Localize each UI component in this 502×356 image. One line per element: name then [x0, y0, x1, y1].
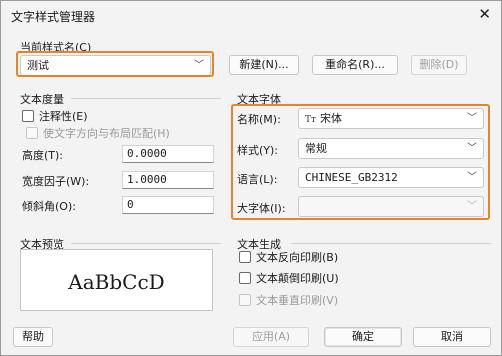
close-icon[interactable]: ✕ — [478, 5, 491, 23]
truetype-font-icon: Tт — [305, 115, 316, 125]
chevron-down-icon: ﹀ — [467, 201, 477, 212]
current-style-highlight — [16, 51, 214, 77]
text-measure-divider — [71, 98, 221, 99]
title-bar: 文字样式管理器 ✕ — [1, 1, 501, 31]
font-name-select[interactable]: Tт 宋体 ﹀ — [298, 108, 484, 129]
cancel-button[interactable]: 取消 — [413, 327, 491, 347]
ok-button[interactable]: 确定 — [324, 327, 402, 347]
match-layout-label: 使文字方向与布局匹配(H) — [43, 127, 170, 140]
new-style-button[interactable]: 新建(N)... — [229, 55, 299, 75]
font-style-label: 样式(Y): — [237, 144, 279, 157]
width-factor-label: 宽度因子(W): — [22, 175, 90, 188]
vertical-label: 文本垂直印刷(V) — [256, 294, 339, 307]
font-style-select[interactable]: 常规 ﹀ — [298, 138, 484, 159]
preview-sample-text: AaBbCcD — [68, 270, 165, 294]
text-generation-divider — [291, 243, 491, 244]
oblique-input[interactable]: 0 — [122, 196, 214, 214]
oblique-label: 倾斜角(O): — [22, 200, 76, 213]
upside-down-label: 文本颠倒印刷(U) — [256, 272, 339, 285]
text-style-manager-dialog: 文字样式管理器 ✕ 当前样式名(C) 测试 ﹀ 新建(N)... 重命名(R).… — [0, 0, 502, 356]
upside-down-checkbox[interactable] — [239, 272, 251, 284]
annotative-checkbox[interactable] — [22, 110, 34, 122]
big-font-select[interactable]: ﹀ — [298, 196, 484, 217]
chevron-down-icon: ﹀ — [467, 172, 477, 183]
font-style-value: 常规 — [305, 142, 327, 155]
apply-button[interactable]: 应用(A) — [233, 327, 309, 347]
width-factor-input[interactable]: 1.0000 — [122, 171, 214, 189]
delete-style-button[interactable]: 删除(D) — [411, 55, 467, 75]
chevron-down-icon: ﹀ — [467, 143, 477, 154]
height-input[interactable]: 0.0000 — [122, 145, 214, 163]
language-select[interactable]: CHINESE_GB2312 ﹀ — [298, 167, 484, 188]
text-preview-divider — [71, 243, 221, 244]
font-name-value: 宋体 — [319, 112, 342, 125]
text-measure-label: 文本度量 — [20, 93, 64, 106]
text-preview-box: AaBbCcD — [20, 249, 213, 311]
font-name-label: 名称(M): — [237, 113, 281, 126]
vertical-checkbox[interactable] — [239, 294, 251, 306]
big-font-label: 大字体(I): — [237, 202, 286, 215]
language-label: 语言(L): — [237, 173, 278, 186]
annotative-label: 注释性(E) — [39, 110, 88, 123]
backwards-checkbox[interactable] — [239, 251, 251, 263]
height-label: 高度(T): — [22, 149, 64, 162]
language-value: CHINESE_GB2312 — [305, 171, 398, 184]
match-layout-checkbox[interactable] — [26, 127, 38, 139]
backwards-label: 文本反向印刷(B) — [256, 251, 339, 264]
chevron-down-icon: ﹀ — [467, 113, 477, 124]
window-title: 文字样式管理器 — [11, 10, 96, 24]
rename-style-button[interactable]: 重命名(R)... — [312, 55, 398, 75]
help-button[interactable]: 帮助 — [13, 327, 53, 347]
